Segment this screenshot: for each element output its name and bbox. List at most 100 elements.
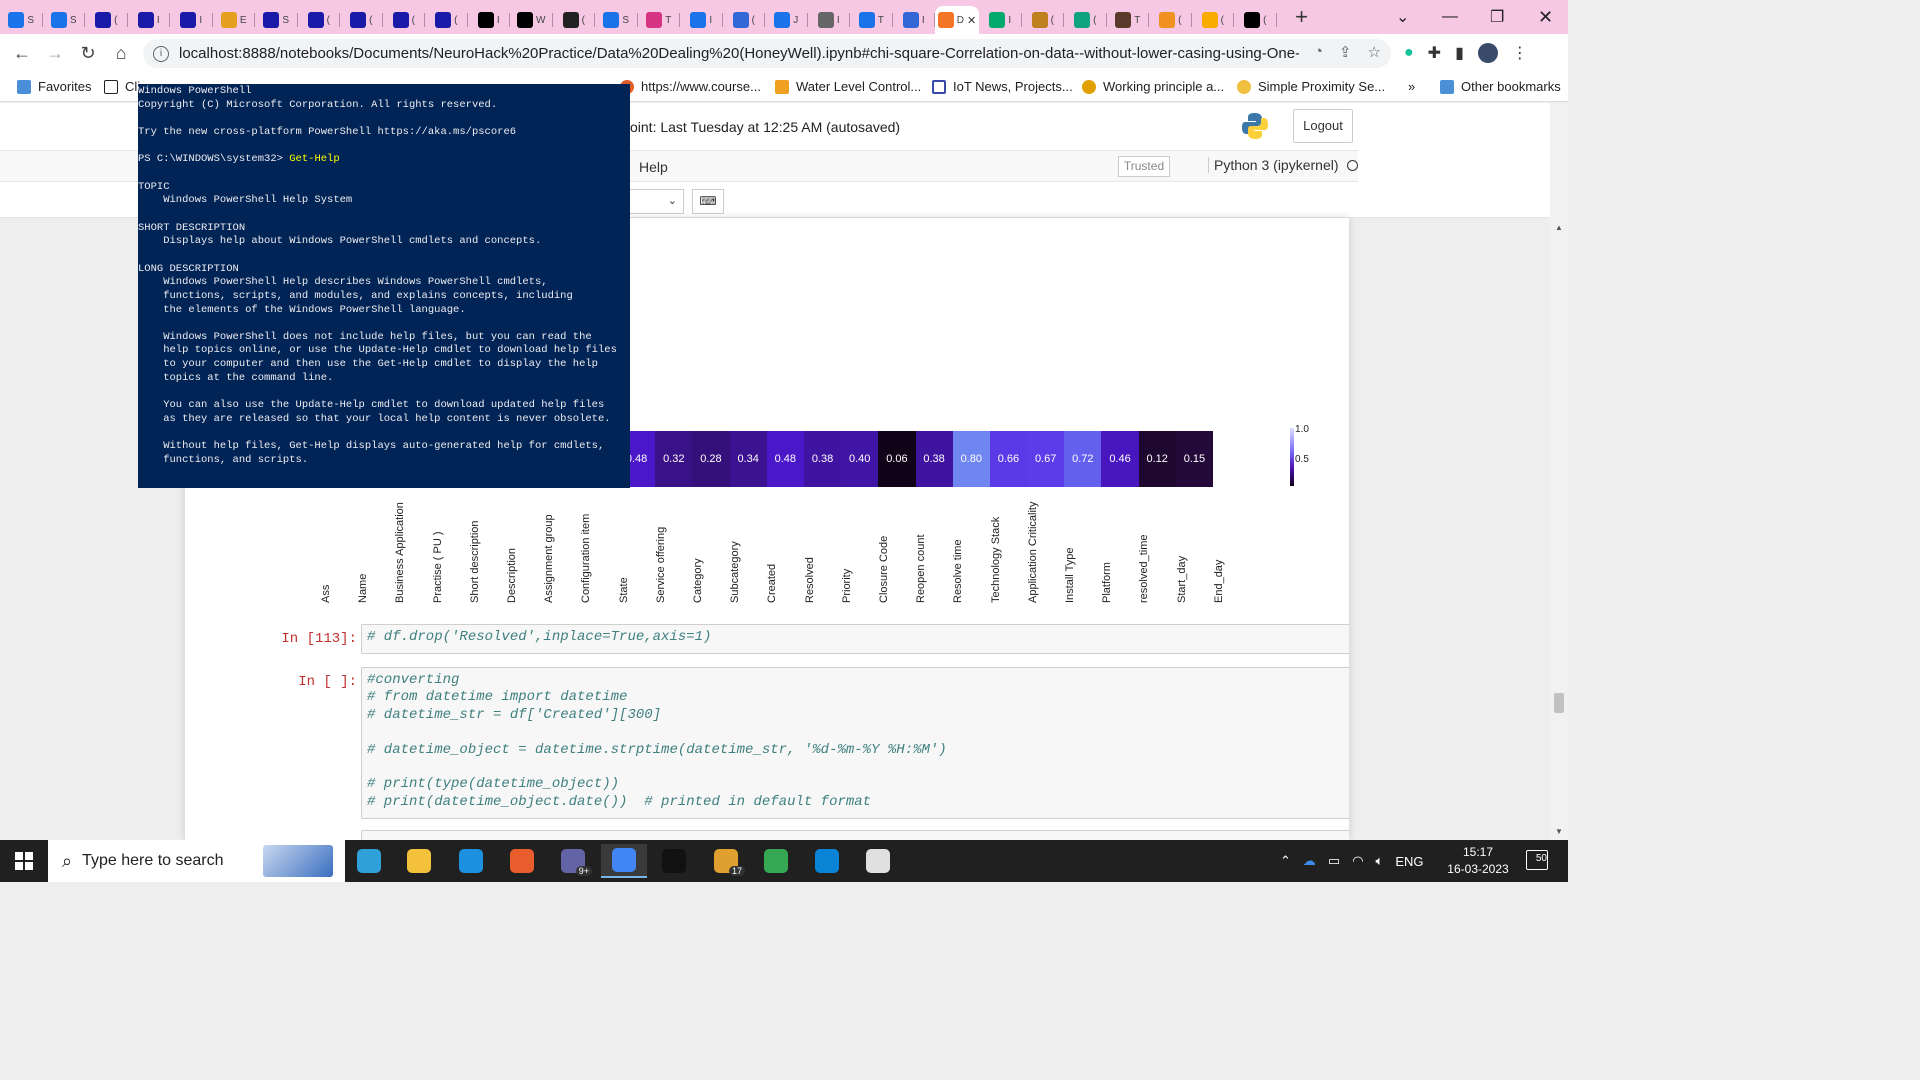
bookmark-cli[interactable]: Cli [104, 79, 140, 94]
maximize-button[interactable]: ❐ [1490, 0, 1504, 34]
bookmark-course[interactable]: https://www.course... [620, 79, 761, 94]
browser-tab[interactable]: J [765, 6, 808, 34]
back-button[interactable]: ← [5, 36, 39, 70]
start-button[interactable] [0, 840, 48, 882]
command-palette-button[interactable]: ⌨ [692, 189, 724, 214]
browser-tab[interactable]: ( [1234, 6, 1277, 34]
browser-tab[interactable]: T [850, 6, 893, 34]
browser-tab[interactable]: T [638, 6, 681, 34]
taskbar-app-button[interactable] [855, 844, 901, 878]
menu-help[interactable]: Help [639, 159, 668, 175]
taskbar-search[interactable]: ⌕ Type here to search [48, 840, 345, 882]
bookmark-star-icon[interactable]: ☆ [1368, 43, 1381, 61]
trusted-indicator[interactable]: Trusted [1118, 156, 1170, 177]
browser-tab[interactable]: I [468, 6, 511, 34]
browser-tab[interactable]: ( [85, 6, 128, 34]
taskbar-app-button[interactable] [753, 844, 799, 878]
wifi-icon[interactable]: ◠ [1352, 853, 1363, 869]
grammarly-icon[interactable]: ● [1404, 44, 1414, 62]
code-cell[interactable]: In [113]: # df.drop('Resolved',inplace=T… [235, 624, 1349, 654]
browser-tab[interactable]: ( [553, 6, 596, 34]
browser-tab[interactable]: S [255, 6, 298, 34]
kernel-indicator[interactable]: Python 3 (ipykernel) [1208, 157, 1358, 173]
powershell-window[interactable]: Windows PowerShell Copyright (C) Microso… [138, 84, 630, 488]
browser-tab[interactable]: S [43, 6, 86, 34]
scroll-up-icon[interactable]: ▲ [1555, 223, 1563, 232]
browser-tab[interactable]: ( [298, 6, 341, 34]
browser-tab[interactable]: I [979, 6, 1022, 34]
code-cell[interactable] [235, 830, 1349, 840]
bookmark-water-level[interactable]: Water Level Control... [775, 79, 921, 94]
browser-tab[interactable]: I [808, 6, 851, 34]
browser-tab[interactable]: S [0, 6, 43, 34]
taskbar-app-button[interactable] [499, 844, 545, 878]
chrome-menu-icon[interactable]: ⋮ [1512, 43, 1528, 63]
browser-tab[interactable]: T [1107, 6, 1150, 34]
home-button[interactable]: ⌂ [104, 36, 138, 70]
bookmark-proximity[interactable]: Simple Proximity Se... [1237, 79, 1385, 94]
volume-icon[interactable]: 🔈︎ [1376, 853, 1384, 869]
extensions-icon[interactable]: ✚ [1428, 43, 1441, 63]
forward-button[interactable]: → [38, 36, 72, 70]
taskbar-app-button[interactable] [448, 844, 494, 878]
more-bookmarks-button[interactable]: » [1408, 79, 1415, 94]
browser-tab[interactable]: ( [1192, 6, 1235, 34]
bookmark-favorites[interactable]: Favorites [17, 79, 91, 94]
browser-tab[interactable]: ( [723, 6, 766, 34]
browser-tab[interactable]: ( [1149, 6, 1192, 34]
taskbar-app-button[interactable] [396, 844, 442, 878]
taskbar-app-button[interactable]: 9+ [550, 844, 596, 878]
browser-tab[interactable]: ( [1064, 6, 1107, 34]
logout-button[interactable]: Logout [1293, 109, 1353, 143]
language-indicator[interactable]: ENG [1395, 854, 1423, 869]
tab-search-button[interactable]: ⌄ [1396, 0, 1409, 34]
taskbar-app-button[interactable] [346, 844, 392, 878]
browser-tab[interactable]: E [213, 6, 256, 34]
taskbar-clock[interactable]: 15:17 16-03-2023 [1446, 844, 1510, 878]
browser-tab[interactable]: I [893, 6, 936, 34]
taskbar-app-button[interactable]: 17 [703, 844, 749, 878]
browser-tab[interactable]: ( [340, 6, 383, 34]
tray-chevron-icon[interactable]: ⌃ [1280, 853, 1291, 869]
other-bookmarks[interactable]: Other bookmarks [1440, 79, 1561, 94]
scrollbar-thumb[interactable] [1554, 693, 1564, 713]
taskbar-app-button[interactable] [601, 844, 647, 878]
browser-tab[interactable]: D ✕ [935, 6, 979, 34]
heatmap-cell: 0.38 [915, 431, 953, 487]
browser-tab[interactable]: S [595, 6, 638, 34]
onedrive-icon[interactable]: ☁ [1303, 853, 1316, 869]
bookmark-working-principle[interactable]: Working principle a... [1082, 79, 1224, 94]
browser-tab[interactable]: ( [383, 6, 426, 34]
bookmark-iot-news[interactable]: IoT News, Projects... [932, 79, 1073, 94]
notification-center-button[interactable]: 50 [1526, 850, 1548, 870]
taskbar-app-button[interactable] [651, 844, 697, 878]
cell-input[interactable]: # df.drop('Resolved',inplace=True,axis=1… [361, 624, 1349, 654]
browser-tab[interactable]: W [510, 6, 553, 34]
browser-tab[interactable]: I [680, 6, 723, 34]
close-window-button[interactable]: ✕ [1538, 0, 1553, 34]
cell-type-select[interactable]: ⌄ [630, 189, 684, 214]
cell-input[interactable]: #converting # from datetime import datet… [361, 667, 1349, 819]
reload-button[interactable]: ↻ [71, 36, 105, 70]
page-scrollbar[interactable]: ▲ ▼ [1550, 103, 1568, 840]
minimize-button[interactable]: — [1442, 0, 1458, 34]
close-tab-icon[interactable]: ✕ [967, 14, 976, 27]
scroll-down-icon[interactable]: ▼ [1555, 827, 1563, 836]
share-icon[interactable]: ⇪ [1339, 43, 1352, 61]
browser-tab[interactable]: ( [1022, 6, 1065, 34]
taskbar-app-button[interactable] [804, 844, 850, 878]
browser-tab[interactable]: I [128, 6, 171, 34]
address-bar[interactable]: i localhost:8888/notebooks/Documents/Neu… [143, 39, 1391, 68]
performance-icon[interactable]: ◔ [1314, 43, 1323, 61]
cell-input[interactable] [361, 830, 1349, 840]
side-panel-icon[interactable]: ▮ [1455, 43, 1464, 63]
new-tab-button[interactable]: + [1287, 4, 1317, 30]
site-info-icon[interactable]: i [153, 45, 169, 62]
profile-avatar[interactable] [1477, 43, 1498, 63]
browser-tab[interactable]: ( [425, 6, 468, 34]
code-cell[interactable]: In [ ]: #converting # from datetime impo… [235, 667, 1349, 819]
heatmap-x-label: Ass [320, 584, 332, 603]
battery-icon[interactable]: ▭ [1328, 853, 1340, 869]
browser-tab[interactable]: I [170, 6, 213, 34]
heatmap-x-label: Category [692, 558, 704, 603]
